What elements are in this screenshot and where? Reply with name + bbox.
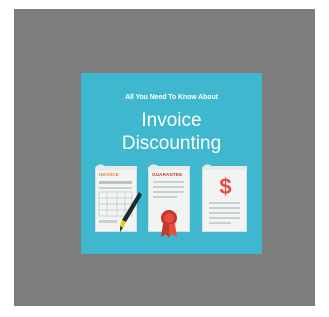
guarantee-curl-icon [148,164,190,170]
image-viewer-panel: All You Need To Know About Invoice Disco… [14,9,315,306]
seal-icon [161,210,177,238]
pen-icon [120,192,142,232]
invoice-discounting-thumbnail[interactable]: All You Need To Know About Invoice Disco… [81,73,262,254]
thumbnail-illustration-overlay [95,164,247,238]
screenshot-frame: All You Need To Know About Invoice Disco… [0,0,329,317]
dollar-curl-icon [202,164,247,170]
invoice-curl-icon [95,164,137,170]
